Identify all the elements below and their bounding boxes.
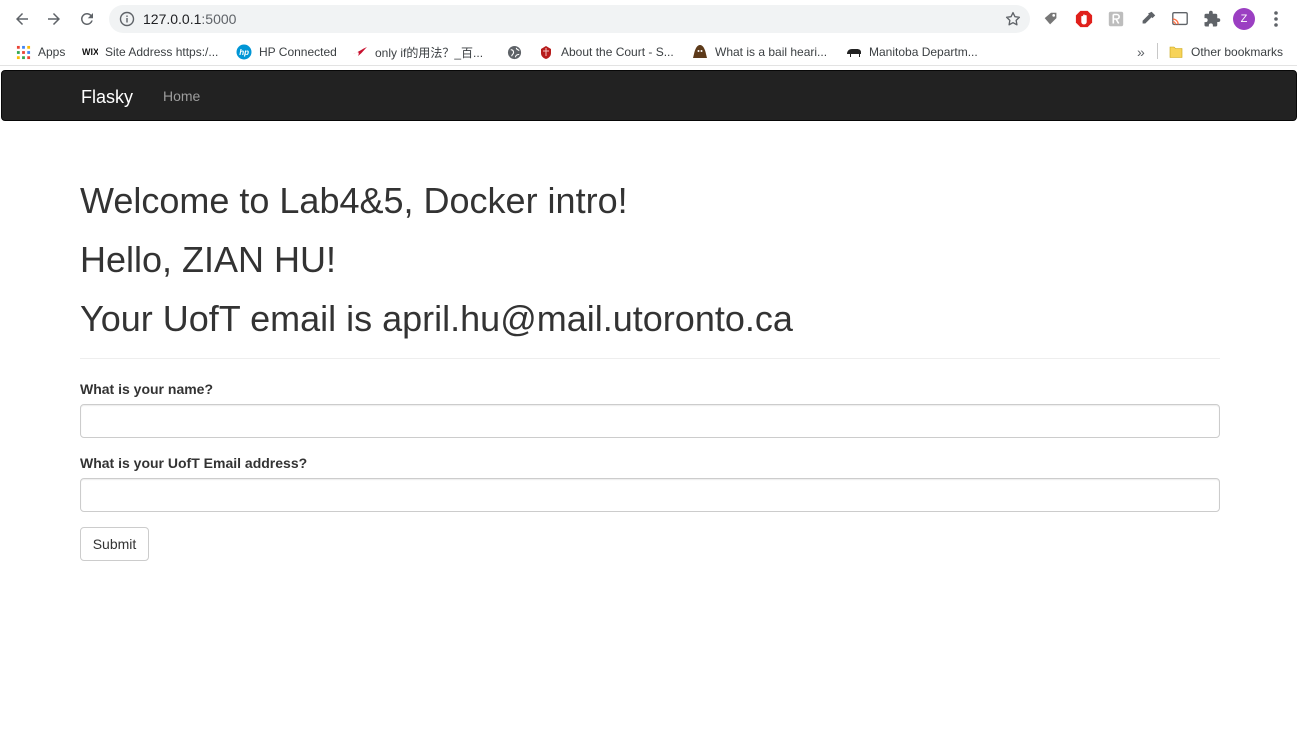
bookmark-bail-hearing[interactable]: What is a bail heari...: [692, 43, 827, 61]
back-arrow-icon: [16, 13, 28, 25]
more-menu-icon[interactable]: [1268, 9, 1284, 29]
url-host: 127.0.0.1: [143, 11, 202, 27]
cast-icon: [1172, 12, 1188, 26]
browser-toolbar: 127.0.0.1:5000 Z: [0, 0, 1297, 38]
nav-home-link[interactable]: Home: [163, 88, 200, 104]
court-crest-icon: [538, 44, 554, 60]
bookmark-label: Manitoba Departm...: [869, 45, 978, 59]
wix-icon: WIX: [82, 44, 98, 60]
back-button[interactable]: [10, 7, 34, 31]
bookmarks-separator: [1157, 43, 1158, 59]
apps-grid-icon: [15, 44, 31, 60]
name-label: What is your name?: [80, 381, 214, 397]
extension-4-button[interactable]: [1138, 9, 1158, 29]
submit-button[interactable]: Submit: [80, 527, 149, 561]
folder-icon: [1168, 44, 1184, 60]
tag-extension-icon: [1044, 12, 1057, 25]
app-navbar: Flasky Home: [1, 70, 1297, 121]
extension-1-button[interactable]: [1041, 9, 1061, 29]
header-divider: [80, 358, 1220, 359]
url-text: 127.0.0.1:5000: [143, 11, 236, 27]
greeting-heading: Hello, ZIAN HU!: [80, 239, 337, 280]
extension-3-button[interactable]: [1106, 9, 1126, 29]
bookmark-globe[interactable]: [506, 43, 529, 61]
email-input[interactable]: [80, 478, 1220, 512]
forward-arrow-icon: [48, 13, 60, 25]
svg-text:hp: hp: [239, 48, 249, 57]
bookmark-manitoba[interactable]: Manitoba Departm...: [846, 43, 978, 61]
extension-5-button[interactable]: [1170, 9, 1190, 29]
bookmark-about-court[interactable]: About the Court - S...: [538, 43, 674, 61]
email-label: What is your UofT Email address?: [80, 455, 308, 471]
bookmark-star-icon[interactable]: [1004, 10, 1022, 28]
eyedropper-icon: [1142, 11, 1156, 24]
other-bookmarks-label: Other bookmarks: [1191, 45, 1284, 59]
bookmark-label: Apps: [38, 45, 66, 59]
url-port: :5000: [201, 11, 237, 27]
airline-icon: [352, 44, 368, 60]
puzzle-piece-icon: [1204, 10, 1221, 27]
bookmark-label: HP Connected: [259, 45, 337, 59]
bookmark-wix-site[interactable]: WIX Site Address https:/...: [82, 43, 218, 61]
name-input[interactable]: [80, 404, 1220, 438]
hp-icon: hp: [236, 44, 252, 60]
bookmark-hp-connected[interactable]: hp HP Connected: [236, 43, 337, 61]
adblock-icon: [1075, 10, 1093, 28]
welcome-heading: Welcome to Lab4&5, Docker intro!: [80, 180, 628, 221]
bookmarks-overflow-chevron[interactable]: »: [1137, 43, 1145, 61]
bookmark-label: Site Address https:/...: [105, 45, 219, 59]
bookmark-label: About the Court - S...: [561, 45, 674, 59]
reload-button[interactable]: [75, 7, 99, 31]
forward-button[interactable]: [42, 7, 66, 31]
bison-icon: [846, 44, 862, 60]
reload-icon: [80, 12, 93, 25]
bookmarks-bar: Apps WIX Site Address https:/... hp HP C…: [0, 38, 1297, 66]
svg-text:WIX: WIX: [82, 47, 98, 57]
profile-avatar[interactable]: Z: [1233, 8, 1255, 30]
reader-extension-icon: [1108, 11, 1124, 27]
extensions-menu-button[interactable]: [1202, 9, 1222, 29]
bookmark-label: What is a bail heari...: [715, 45, 828, 59]
globe-icon: [506, 44, 522, 60]
address-bar[interactable]: 127.0.0.1:5000: [109, 5, 1030, 33]
site-info-icon[interactable]: [119, 11, 135, 27]
extension-2-button[interactable]: [1074, 9, 1094, 29]
bookmark-label: only if的用法？_百...: [375, 45, 484, 60]
bookmark-apps[interactable]: Apps: [15, 43, 65, 61]
email-heading: Your UofT email is april.hu@mail.utoront…: [80, 298, 793, 339]
bail-site-icon: [692, 44, 708, 60]
brand-link[interactable]: Flasky: [81, 87, 133, 108]
other-bookmarks-folder[interactable]: Other bookmarks: [1168, 43, 1283, 61]
bookmark-only-if[interactable]: only if的用法？_百...: [352, 43, 483, 61]
